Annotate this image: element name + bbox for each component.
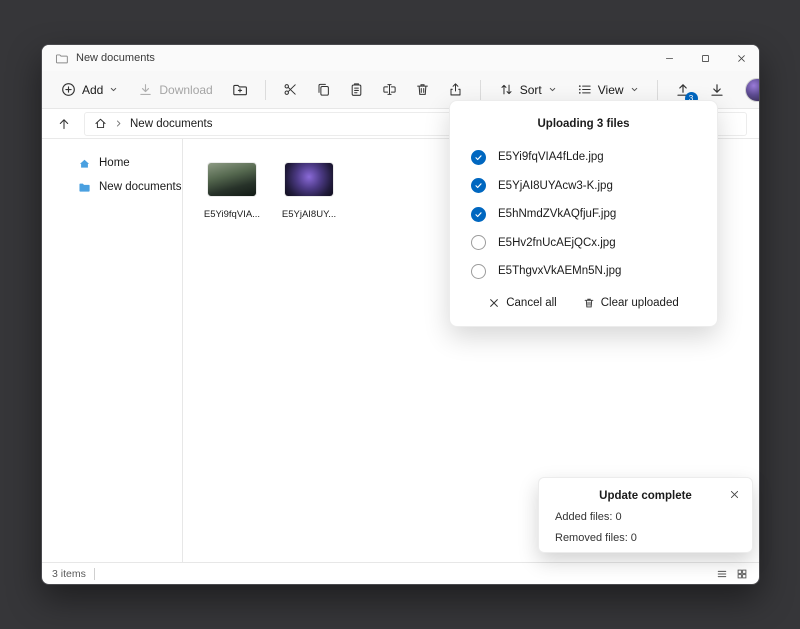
upload-status-icon (471, 150, 486, 165)
download-tray-icon (709, 82, 725, 98)
breadcrumb-current-folder[interactable]: New documents (130, 118, 212, 130)
add-button[interactable]: Add (52, 75, 127, 105)
file-name: E5YjAI8UY... (282, 209, 336, 220)
upload-status-icon (471, 264, 486, 279)
trash-icon (415, 82, 430, 97)
file-tile[interactable]: E5Yi9fqVIA... (201, 163, 263, 220)
sidebar-item-new-documents[interactable]: New documents (42, 175, 182, 199)
upload-status-icon (471, 178, 486, 193)
paste-icon (349, 82, 364, 97)
upload-panel-title: Uploading 3 files (450, 118, 717, 130)
download-icon (138, 82, 153, 97)
status-divider (94, 568, 95, 580)
update-toast: Update complete Added files: 0 Removed f… (538, 477, 753, 553)
upload-file-name: E5Yi9fqVIA4fLde.jpg (498, 151, 604, 163)
upload-file-name: E5hNmdZVkAQfjuF.jpg (498, 208, 616, 220)
folder-app-icon (55, 52, 68, 65)
home-icon[interactable] (94, 117, 107, 130)
caption-controls (651, 45, 759, 71)
view-button-label: View (598, 83, 624, 97)
new-folder-button[interactable] (224, 75, 256, 105)
cancel-all-button[interactable]: Cancel all (488, 297, 557, 309)
add-circle-icon (61, 82, 76, 97)
files-row: E5Yi9fqVIA... E5YjAI8UY... (201, 163, 340, 220)
toast-removed-files: Removed files: 0 (555, 532, 736, 544)
file-tile[interactable]: E5YjAI8UY... (278, 163, 340, 220)
copy-button[interactable] (308, 75, 339, 105)
delete-button[interactable] (407, 75, 438, 105)
upload-list-item: E5Yi9fqVIA4fLde.jpg (450, 143, 717, 172)
new-folder-icon (232, 82, 248, 98)
sidebar-item-home[interactable]: Home (42, 151, 182, 175)
grid-view-icon[interactable] (735, 567, 749, 581)
file-thumbnail (208, 163, 256, 196)
maximize-icon[interactable] (687, 45, 723, 71)
up-arrow-icon[interactable] (54, 114, 74, 134)
upload-file-name: E5Hv2fnUcAEjQCx.jpg (498, 237, 616, 249)
folder-icon (78, 181, 91, 194)
item-count: 3 items (52, 568, 86, 580)
chevron-down-icon (548, 85, 557, 94)
chevron-down-icon (630, 85, 639, 94)
download-button-label: Download (159, 83, 212, 97)
share-icon (448, 82, 463, 97)
upload-list-item: E5hNmdZVkAQfjuF.jpg (450, 200, 717, 229)
sidebar-item-label: New documents (99, 181, 181, 193)
cut-button[interactable] (275, 75, 306, 105)
home-folder-icon (78, 157, 91, 170)
chevron-right-icon (114, 119, 123, 128)
upload-status-icon (471, 235, 486, 250)
toolbar-divider (657, 80, 658, 100)
toolbar-divider (480, 80, 481, 100)
title-bar: New documents (42, 45, 759, 71)
upload-flyout: Uploading 3 files E5Yi9fqVIA4fLde.jpg E5… (449, 100, 718, 327)
close-icon[interactable] (727, 487, 742, 502)
toast-added-files: Added files: 0 (555, 511, 736, 523)
toast-title: Update complete (555, 490, 736, 502)
close-icon[interactable] (723, 45, 759, 71)
upload-status-icon (471, 207, 486, 222)
view-icon (577, 82, 592, 97)
sidebar-item-label: Home (99, 157, 130, 169)
upload-list-item: E5Hv2fnUcAEjQCx.jpg (450, 229, 717, 258)
clear-uploaded-label: Clear uploaded (601, 297, 679, 309)
clear-uploaded-button[interactable]: Clear uploaded (583, 297, 679, 309)
account-avatar[interactable] (745, 78, 760, 102)
upload-list: E5Yi9fqVIA4fLde.jpg E5YjAI8UYAcw3-K.jpg … (450, 143, 717, 286)
rename-button[interactable] (374, 75, 405, 105)
upload-list-item: E5ThgvxVkAEMn5N.jpg (450, 257, 717, 286)
trash-icon (583, 297, 595, 309)
upload-file-name: E5ThgvxVkAEMn5N.jpg (498, 265, 621, 277)
sort-icon (499, 82, 514, 97)
cut-icon (283, 82, 298, 97)
download-button[interactable]: Download (129, 75, 221, 105)
minimize-icon[interactable] (651, 45, 687, 71)
paste-button[interactable] (341, 75, 372, 105)
status-bar: 3 items (42, 562, 759, 584)
upload-list-item: E5YjAI8UYAcw3-K.jpg (450, 172, 717, 201)
upload-panel-actions: Cancel all Clear uploaded (450, 297, 717, 309)
toolbar-divider (265, 80, 266, 100)
upload-file-name: E5YjAI8UYAcw3-K.jpg (498, 180, 613, 192)
add-button-label: Add (82, 83, 103, 97)
sort-button-label: Sort (520, 83, 542, 97)
details-view-icon[interactable] (715, 567, 729, 581)
file-name: E5Yi9fqVIA... (204, 209, 260, 220)
desktop-backdrop: New documents Add (0, 0, 800, 629)
cancel-all-label: Cancel all (506, 297, 557, 309)
window-title: New documents (76, 52, 155, 64)
sidebar: Home New documents (42, 139, 183, 562)
file-thumbnail (285, 163, 333, 196)
close-icon (488, 297, 500, 309)
copy-icon (316, 82, 331, 97)
chevron-down-icon (109, 85, 118, 94)
rename-icon (382, 82, 397, 97)
